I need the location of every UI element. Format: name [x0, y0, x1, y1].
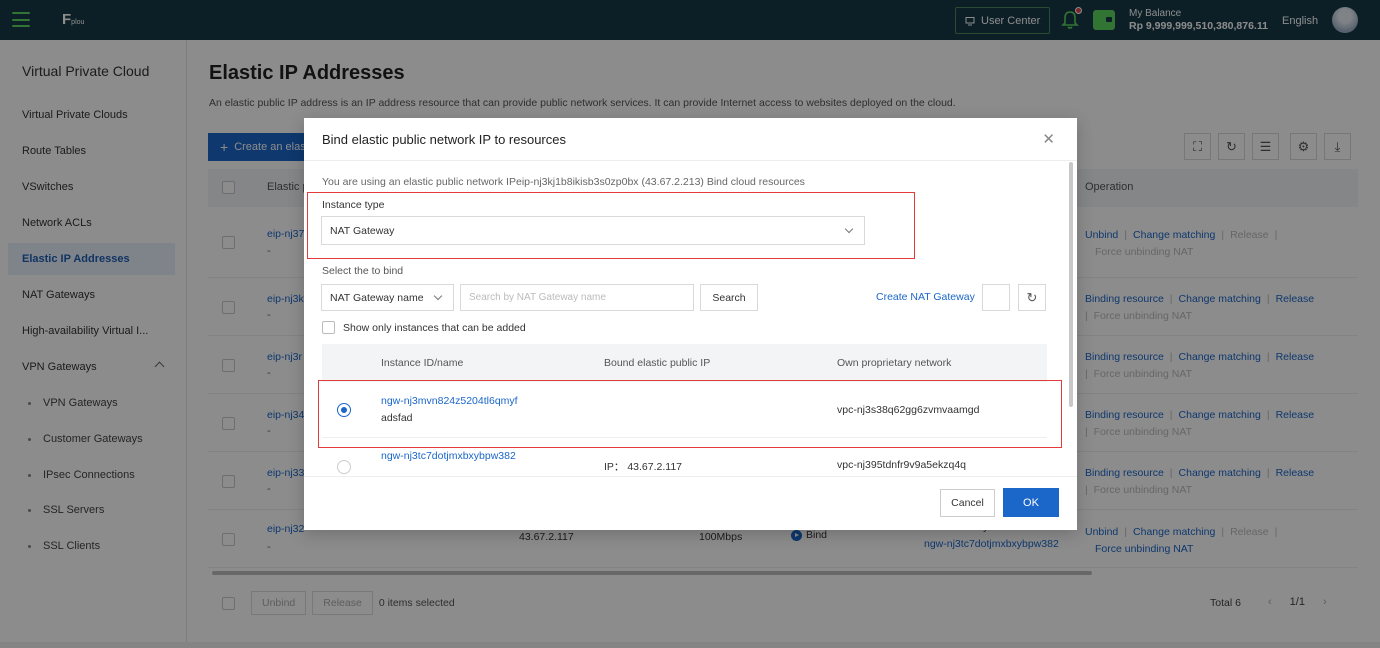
- column-header-instance: Instance ID/name: [381, 357, 464, 369]
- column-header-bound-ip: Bound elastic public IP: [604, 357, 711, 369]
- dialog-scrollbar[interactable]: [1069, 162, 1073, 407]
- instance-type-label: Instance type: [322, 199, 385, 211]
- close-icon[interactable]: ✕: [1042, 130, 1055, 148]
- select-bind-label: Select the to bind: [322, 265, 404, 277]
- search-input[interactable]: Search by NAT Gateway name: [460, 284, 694, 311]
- instance-radio[interactable]: [337, 460, 351, 474]
- refresh-icon[interactable]: ↻: [1018, 284, 1046, 311]
- instance-network: vpc-nj395tdnfr9v9a5ekzq4q: [837, 459, 967, 471]
- chevron-down-icon: [433, 291, 443, 301]
- instance-id-link[interactable]: ngw-nj3tc7dotjmxbxybpw382: [381, 450, 516, 462]
- dialog-footer: Cancel OK: [304, 476, 1077, 530]
- instance-bound-ip: IP： 43.67.2.117: [604, 461, 683, 473]
- instance-radio-selected[interactable]: [337, 403, 351, 417]
- show-only-addable-checkbox[interactable]: [322, 321, 335, 334]
- instance-row[interactable]: ngw-nj3mvn824z5204tl6qmyf adsfad vpc-nj3…: [322, 382, 1047, 438]
- instance-table-header: Instance ID/name Bound elastic public IP…: [322, 344, 1047, 382]
- instance-type-value: NAT Gateway: [330, 224, 395, 237]
- filter-field-value: NAT Gateway name: [330, 291, 424, 304]
- create-nat-gateway-link[interactable]: Create NAT Gateway: [876, 291, 975, 303]
- bind-eip-dialog: Bind elastic public network IP to resour…: [304, 118, 1077, 530]
- cancel-button[interactable]: Cancel: [940, 489, 995, 517]
- chevron-down-icon: [844, 224, 854, 234]
- blank-button[interactable]: [982, 284, 1010, 311]
- instance-type-select[interactable]: NAT Gateway: [321, 216, 865, 245]
- divider: [304, 160, 1077, 161]
- instance-name: adsfad: [381, 412, 413, 424]
- dialog-info: You are using an elastic public network …: [322, 176, 805, 188]
- instance-id-link[interactable]: ngw-nj3mvn824z5204tl6qmyf: [381, 395, 518, 407]
- filter-field-select[interactable]: NAT Gateway name: [321, 284, 454, 311]
- ok-button[interactable]: OK: [1003, 488, 1059, 517]
- show-only-addable-label: Show only instances that can be added: [343, 322, 526, 334]
- column-header-network: Own proprietary network: [837, 357, 952, 369]
- instance-network: vpc-nj3s38q62gg6zvmvaamgd: [837, 404, 980, 416]
- search-button[interactable]: Search: [700, 284, 758, 311]
- dialog-title: Bind elastic public network IP to resour…: [322, 132, 566, 147]
